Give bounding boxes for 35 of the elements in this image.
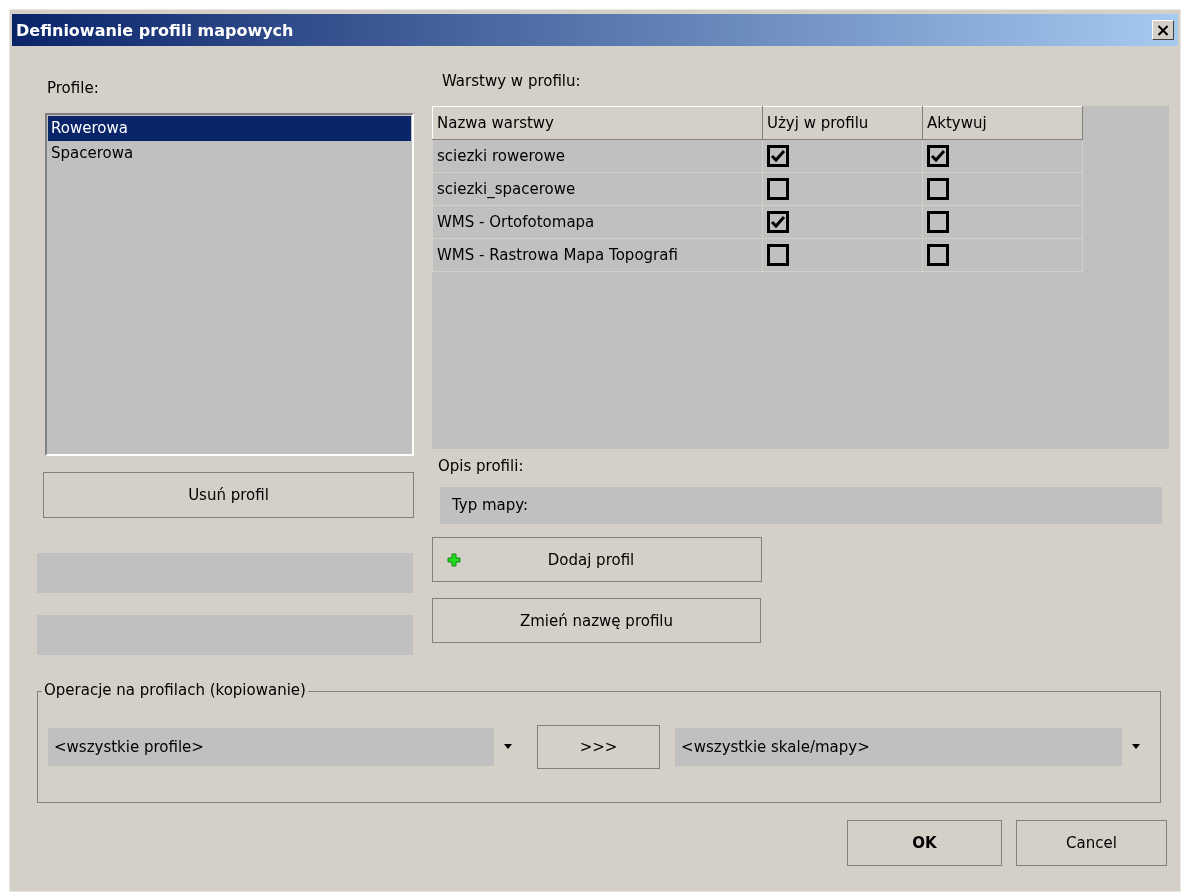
profile-item[interactable]: Rowerowa [48, 116, 411, 141]
target-dropdown[interactable]: <wszystkie skale/mapy> [675, 728, 1150, 766]
description-label: Opis profili: [438, 457, 525, 477]
checkbox[interactable] [927, 244, 949, 266]
window-title: Definiowanie profili mapowych [16, 20, 294, 40]
add-profile-button[interactable]: Dodaj profil [432, 537, 762, 582]
checkbox[interactable] [927, 178, 949, 200]
column-header[interactable]: Aktywuj [922, 106, 1083, 140]
checkbox[interactable] [767, 244, 789, 266]
layers-label: Warstwy w profilu: [442, 72, 582, 92]
close-button[interactable]: × [1152, 20, 1174, 40]
ok-button[interactable]: OK [847, 820, 1002, 866]
source-dropdown[interactable]: <wszystkie profile> [48, 728, 522, 766]
checkbox[interactable] [767, 145, 789, 167]
table-cell: sciezki rowerowe [432, 139, 763, 173]
profile-item[interactable]: Spacerowa [48, 141, 411, 166]
table-cell: sciezki_spacerowe [432, 172, 763, 206]
rename-profile-button[interactable]: Zmień nazwę profilu [432, 598, 761, 643]
table-cell: WMS - Ortofotomapa [432, 205, 763, 239]
profiles-label: Profile: [47, 79, 100, 99]
dropdown-arrow-icon[interactable] [502, 744, 513, 750]
checkbox[interactable] [767, 178, 789, 200]
checkbox[interactable] [927, 211, 949, 233]
column-header[interactable]: Użyj w profilu [762, 106, 923, 140]
copy-button[interactable]: >>> [536, 725, 661, 769]
delete-profile-button[interactable]: Usuń profil [43, 472, 414, 518]
group-legend: Operacje na profilach (kopiowanie) [42, 681, 308, 699]
checkbox[interactable] [767, 211, 789, 233]
plus-icon [447, 552, 461, 567]
map-type-field[interactable]: Typ mapy: [440, 487, 1162, 524]
table-cell: WMS - Rastrowa Mapa Topografi [432, 238, 763, 272]
checkbox[interactable] [927, 145, 949, 167]
column-header[interactable]: Nazwa warstwy [432, 106, 763, 140]
cancel-button[interactable]: Cancel [1016, 820, 1167, 866]
dropdown-arrow-icon[interactable] [1131, 744, 1141, 750]
